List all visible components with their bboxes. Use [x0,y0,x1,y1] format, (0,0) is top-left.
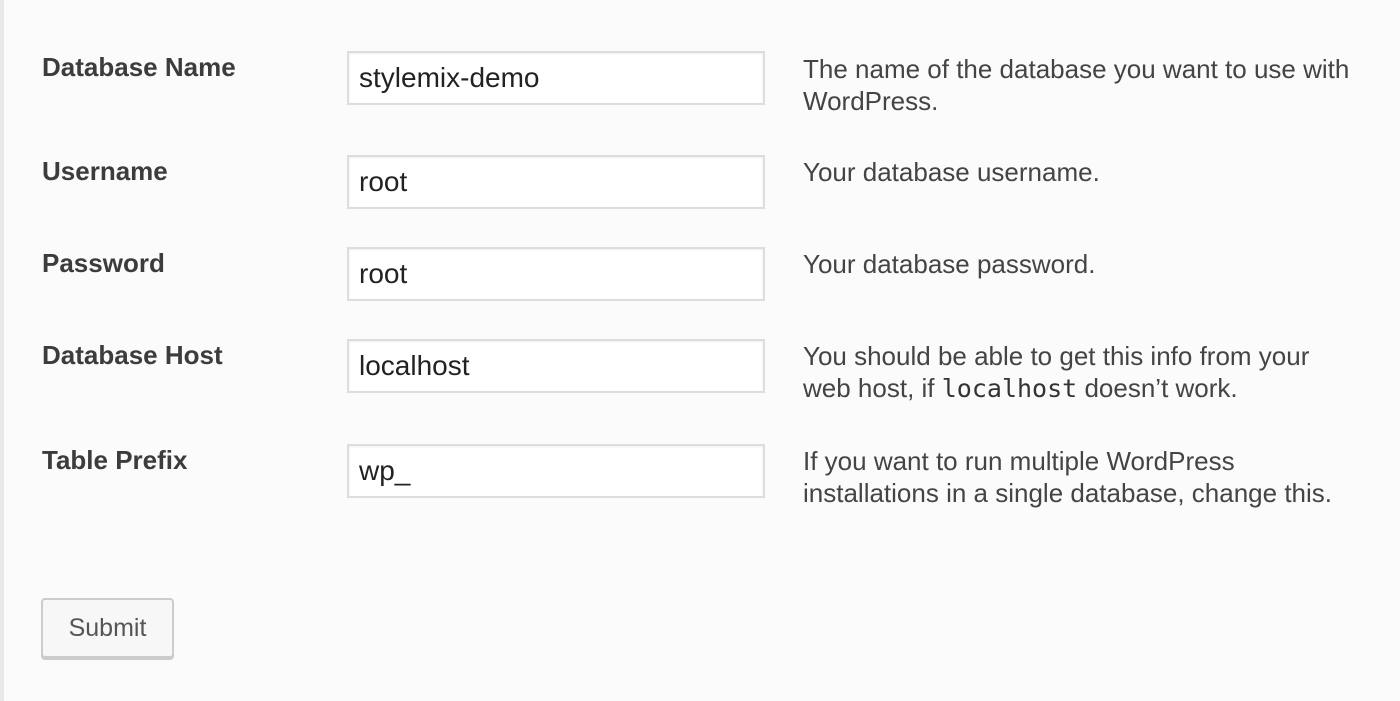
database-host-label: Database Host [42,340,223,370]
database-host-input[interactable] [347,339,765,393]
password-description: Your database password. [803,249,1096,279]
table-prefix-input[interactable] [347,444,765,498]
table-prefix-description: If you want to run multiple WordPress in… [803,446,1333,508]
database-host-description-text-end: doesn’t work. [1084,373,1238,403]
table-prefix-label: Table Prefix [42,445,188,475]
submit-button[interactable]: Submit [41,598,174,658]
database-host-description: You should be able to get this info from… [803,340,1363,405]
database-name-input[interactable] [347,51,765,105]
password-label: Password [42,248,165,278]
database-name-description: The name of the database you want to use… [803,54,1350,116]
username-label: Username [42,156,168,186]
username-input[interactable] [347,155,765,209]
database-name-label: Database Name [42,52,236,82]
password-input[interactable] [347,247,765,301]
localhost-code: localhost [941,374,1078,403]
username-description: Your database username. [803,157,1100,187]
database-setup-form: Database Name The name of the database y… [0,0,1400,701]
